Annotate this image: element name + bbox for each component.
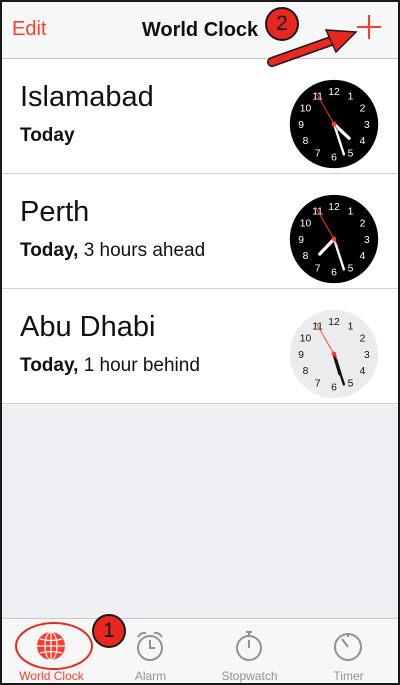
- clock-row-perth[interactable]: Perth Today, 3 hours ahead 1 2 3 4 5 6 7 8 9 10 11…: [2, 174, 398, 289]
- day-label: Today,: [20, 240, 79, 261]
- clock-numeral: 2: [360, 333, 366, 344]
- clock-numeral: 10: [300, 103, 312, 114]
- clock-numeral: 2: [360, 103, 366, 114]
- offset-label: 1 hour behind: [83, 355, 200, 376]
- clock-numeral: 2: [360, 218, 366, 229]
- relative-time: Today: [20, 125, 75, 147]
- arrow-icon: [267, 29, 358, 67]
- clock-numeral: 10: [300, 333, 312, 344]
- clock-center: [331, 236, 337, 242]
- clock-numeral: 3: [364, 350, 370, 361]
- step-badge-1: 1: [92, 614, 126, 648]
- clock-numeral: 3: [364, 235, 370, 246]
- clock-numeral: 6: [331, 153, 337, 164]
- clock-numeral: 9: [298, 235, 304, 246]
- clock-center: [331, 351, 337, 357]
- alarm-clock-icon: [137, 631, 163, 661]
- city-name: Abu Dhabi: [20, 311, 156, 343]
- clock-numeral: 1: [348, 91, 354, 102]
- clock-numeral: 10: [300, 218, 312, 229]
- relative-time: Today, 3 hours ahead: [20, 240, 205, 262]
- clock-numeral: 8: [303, 251, 309, 262]
- analog-clock-icon: 1234567891011 12: [289, 309, 379, 399]
- clock-numeral: 9: [298, 120, 304, 131]
- clock-numeral: 9: [298, 350, 304, 361]
- world-clock-list: Islamabad Today 1 2 3 4 5 6 7 8 9 10 11 12 Perth To…: [2, 59, 398, 404]
- timer-icon: [334, 633, 362, 661]
- clock-numeral: 3: [364, 120, 370, 131]
- tab-label: Alarm: [134, 669, 167, 683]
- clock-numeral: 11: [312, 91, 323, 102]
- clock-numeral: 4: [360, 366, 366, 377]
- clock-row-abu-dhabi[interactable]: Abu Dhabi Today, 1 hour behind 12 3 45678 9…: [2, 289, 398, 404]
- tab-timer[interactable]: Timer: [299, 619, 398, 683]
- day-label: Today,: [20, 355, 79, 376]
- clock-numeral: 12: [328, 317, 340, 328]
- clock-numeral: 5: [348, 148, 354, 159]
- analog-clock-icon: 1234567891011 12: [289, 194, 379, 284]
- clock-numeral: 7: [315, 148, 321, 159]
- clock-numeral: 1: [348, 206, 354, 217]
- clock-numeral: 7: [315, 378, 321, 389]
- clock-numeral: 4: [360, 251, 366, 262]
- relative-time: Today, 1 hour behind: [20, 355, 200, 377]
- city-name: Perth: [20, 196, 90, 228]
- clock-numeral: 7: [315, 263, 321, 274]
- city-name: Islamabad: [20, 81, 154, 113]
- clock-numeral: 4: [360, 136, 366, 147]
- tab-label: Timer: [333, 669, 364, 683]
- clock-center: [331, 121, 337, 127]
- day-label: Today: [20, 125, 75, 146]
- clock-row-islamabad[interactable]: Islamabad Today 1 2 3 4 5 6 7 8 9 10 11 12: [2, 59, 398, 174]
- phone-screen: Edit World Clock Islamabad Today 1234567…: [0, 0, 400, 685]
- clock-numeral: 8: [303, 136, 309, 147]
- tab-stopwatch[interactable]: Stopwatch: [200, 619, 299, 683]
- clock-numeral: 6: [331, 268, 337, 279]
- clock-numeral: 1: [348, 321, 354, 332]
- clock-numeral: 11: [312, 321, 323, 332]
- clock-numeral: 5: [348, 378, 354, 389]
- analog-clock-icon: 1234567891011 12: [289, 79, 379, 169]
- clock-numeral: 5: [348, 263, 354, 274]
- clock-numeral: 12: [328, 87, 340, 98]
- stopwatch-icon: [236, 631, 262, 661]
- clock-numeral: 12: [328, 202, 340, 213]
- tab-label: Stopwatch: [221, 669, 278, 683]
- tab-label: World Clock: [19, 669, 84, 683]
- clock-numeral: 8: [303, 366, 309, 377]
- highlight-ring: [15, 622, 93, 670]
- offset-label: 3 hours ahead: [83, 240, 206, 261]
- clock-numeral: 6: [331, 383, 337, 394]
- clock-numeral: 11: [312, 206, 323, 217]
